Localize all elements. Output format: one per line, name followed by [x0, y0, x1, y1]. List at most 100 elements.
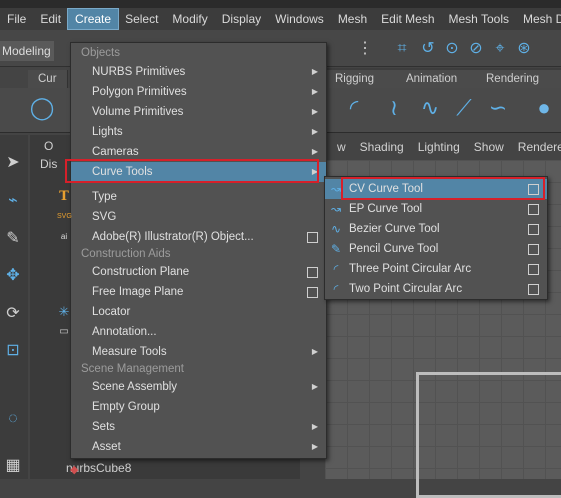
pencil-curve-icon: ✎	[330, 242, 342, 256]
menu-item-scene-assembly[interactable]: Scene Assembly ▶	[71, 377, 326, 397]
panel-menu-renderer[interactable]: Renderer	[511, 137, 561, 157]
snap-icon[interactable]: ◌	[2, 408, 24, 430]
magnet-icon[interactable]: ⋮	[355, 39, 375, 59]
panel-menu-shading[interactable]: Shading	[353, 137, 411, 157]
submenu-arrow-icon: ▶	[311, 442, 318, 451]
menu-display[interactable]: Display	[215, 9, 268, 29]
type-icon: T	[59, 189, 69, 204]
menu-item-free-image-plane[interactable]: Free Image Plane	[71, 282, 326, 302]
attach-curve-icon[interactable]: ≀	[380, 94, 408, 122]
snap-curve-icon[interactable]: ↺	[418, 39, 438, 59]
snap-surface-icon[interactable]: ⌖	[490, 39, 510, 59]
snap-live-icon[interactable]: ⊛	[514, 39, 534, 59]
menu-item-three-point-circular-arc[interactable]: ◜ Three Point Circular Arc	[325, 259, 547, 279]
menu-item-type[interactable]: T Type	[59, 187, 326, 207]
snap-point-icon[interactable]: ⊙	[442, 39, 462, 59]
submenu-arrow-icon: ▶	[311, 127, 318, 136]
annotation-highlight-cv-curve-tool	[341, 177, 545, 200]
menu-item-bezier-curve-tool[interactable]: ∿ Bezier Curve Tool	[325, 219, 547, 239]
option-box-icon[interactable]	[528, 204, 539, 215]
menu-mesh-display[interactable]: Mesh Displ	[516, 9, 561, 29]
annotation-icon: ▭	[59, 326, 69, 337]
nurbs-circle-icon[interactable]: ◯	[28, 94, 56, 122]
tab-rigging[interactable]: Rigging	[325, 70, 402, 88]
submenu-arrow-icon: ▶	[311, 87, 318, 96]
submenu-arrow-icon: ▶	[311, 107, 318, 116]
snap-grid-icon[interactable]: ⌗	[392, 39, 412, 59]
snap-view-icon[interactable]: ⊘	[466, 39, 486, 59]
menu-mesh[interactable]: Mesh	[331, 9, 374, 29]
illustrator-icon: ai	[60, 232, 68, 241]
menu-item-svg[interactable]: SVG SVG	[57, 207, 326, 227]
bezier-curve-icon: ∿	[330, 222, 342, 236]
menu-edit[interactable]: Edit	[33, 9, 68, 29]
sphere-icon[interactable]: ●	[530, 94, 558, 122]
lasso-tool-icon[interactable]: ⌁	[2, 190, 24, 212]
menu-file[interactable]: File	[0, 9, 33, 29]
menu-item-two-point-circular-arc[interactable]: ◜ Two Point Circular Arc	[325, 279, 547, 299]
menu-item-measure-tools[interactable]: Measure Tools ▶	[71, 342, 326, 362]
menu-item-lights[interactable]: Lights ▶	[71, 122, 326, 142]
outliner-display-menu[interactable]: Dis	[40, 157, 57, 171]
menu-item-volume-primitives[interactable]: Volume Primitives ▶	[71, 102, 326, 122]
layout-icon[interactable]: ▦	[2, 455, 24, 477]
mode-dropdown[interactable]: Modeling	[0, 41, 54, 61]
two-point-arc-icon: ◜	[333, 282, 339, 296]
locator-icon: ✳	[58, 304, 70, 319]
cut-curve-icon[interactable]: ⟋	[450, 94, 478, 122]
option-box-icon[interactable]	[528, 264, 539, 275]
menu-item-asset[interactable]: Asset ▶	[71, 437, 326, 457]
submenu-arrow-icon: ▶	[311, 347, 318, 356]
annotation-highlight-curve-tools	[65, 159, 319, 183]
nurbs-node-icon: ◆	[70, 464, 79, 476]
outliner-title: O	[44, 139, 54, 153]
move-tool-icon[interactable]: ✥	[2, 265, 24, 287]
title-bar	[0, 0, 561, 8]
menu-item-annotation[interactable]: ▭ Annotation...	[59, 322, 326, 342]
option-box-icon[interactable]	[307, 287, 318, 298]
section-objects: Objects	[81, 47, 120, 59]
panel-menubar: w Shading Lighting Show Renderer	[330, 137, 561, 157]
tab-rendering[interactable]: Rendering	[476, 70, 561, 88]
submenu-arrow-icon: ▶	[311, 382, 318, 391]
option-box-icon[interactable]	[528, 244, 539, 255]
panel-menu-lighting[interactable]: Lighting	[411, 137, 467, 157]
main-menubar: File Edit Create Select Modify Display W…	[0, 8, 561, 30]
menu-item-empty-group[interactable]: Empty Group	[71, 397, 326, 417]
option-box-icon[interactable]	[307, 232, 318, 243]
tab-curves[interactable]: Cur	[28, 70, 68, 88]
paint-tool-icon[interactable]: ✎	[2, 228, 24, 250]
menu-modify[interactable]: Modify	[165, 9, 214, 29]
menu-select[interactable]: Select	[118, 9, 165, 29]
option-box-icon[interactable]	[528, 224, 539, 235]
panel-menu-view[interactable]: w	[330, 137, 353, 157]
scale-tool-icon[interactable]: ⊡	[2, 340, 24, 362]
menu-mesh-tools[interactable]: Mesh Tools	[442, 9, 516, 29]
menu-item-construction-plane[interactable]: Construction Plane	[71, 262, 326, 282]
menu-item-adobe-illustrator[interactable]: ai Adobe(R) Illustrator(R) Object...	[61, 227, 326, 247]
select-tool-icon[interactable]: ➤	[2, 152, 24, 174]
arc-curve-icon[interactable]: ◜	[340, 94, 368, 122]
submenu-arrow-icon: ▶	[311, 67, 318, 76]
option-box-icon[interactable]	[307, 267, 318, 278]
tab-animation[interactable]: Animation	[396, 70, 481, 88]
nurbs-cube-wireframe	[416, 372, 561, 498]
ep-curve-icon: ↝	[330, 202, 342, 216]
menu-item-nurbs-primitives[interactable]: NURBS Primitives ▶	[71, 62, 326, 82]
menu-item-sets[interactable]: Sets ▶	[71, 417, 326, 437]
section-scene-management: Scene Management	[81, 363, 184, 375]
rotate-tool-icon[interactable]: ⟳	[2, 303, 24, 325]
rebuild-curve-icon[interactable]: ∽	[484, 94, 512, 122]
option-box-icon[interactable]	[528, 284, 539, 295]
menu-item-pencil-curve-tool[interactable]: ✎ Pencil Curve Tool	[325, 239, 547, 259]
menu-item-locator[interactable]: ✳ Locator	[59, 302, 326, 322]
menu-item-ep-curve-tool[interactable]: ↝ EP Curve Tool	[325, 199, 547, 219]
menu-item-polygon-primitives[interactable]: Polygon Primitives ▶	[71, 82, 326, 102]
menu-windows[interactable]: Windows	[268, 9, 331, 29]
submenu-arrow-icon: ▶	[311, 422, 318, 431]
detach-curve-icon[interactable]: ∿	[416, 94, 444, 122]
menu-edit-mesh[interactable]: Edit Mesh	[374, 9, 441, 29]
menu-create[interactable]: Create	[67, 8, 120, 30]
svg-icon: SVG	[57, 213, 72, 220]
panel-menu-show[interactable]: Show	[467, 137, 511, 157]
